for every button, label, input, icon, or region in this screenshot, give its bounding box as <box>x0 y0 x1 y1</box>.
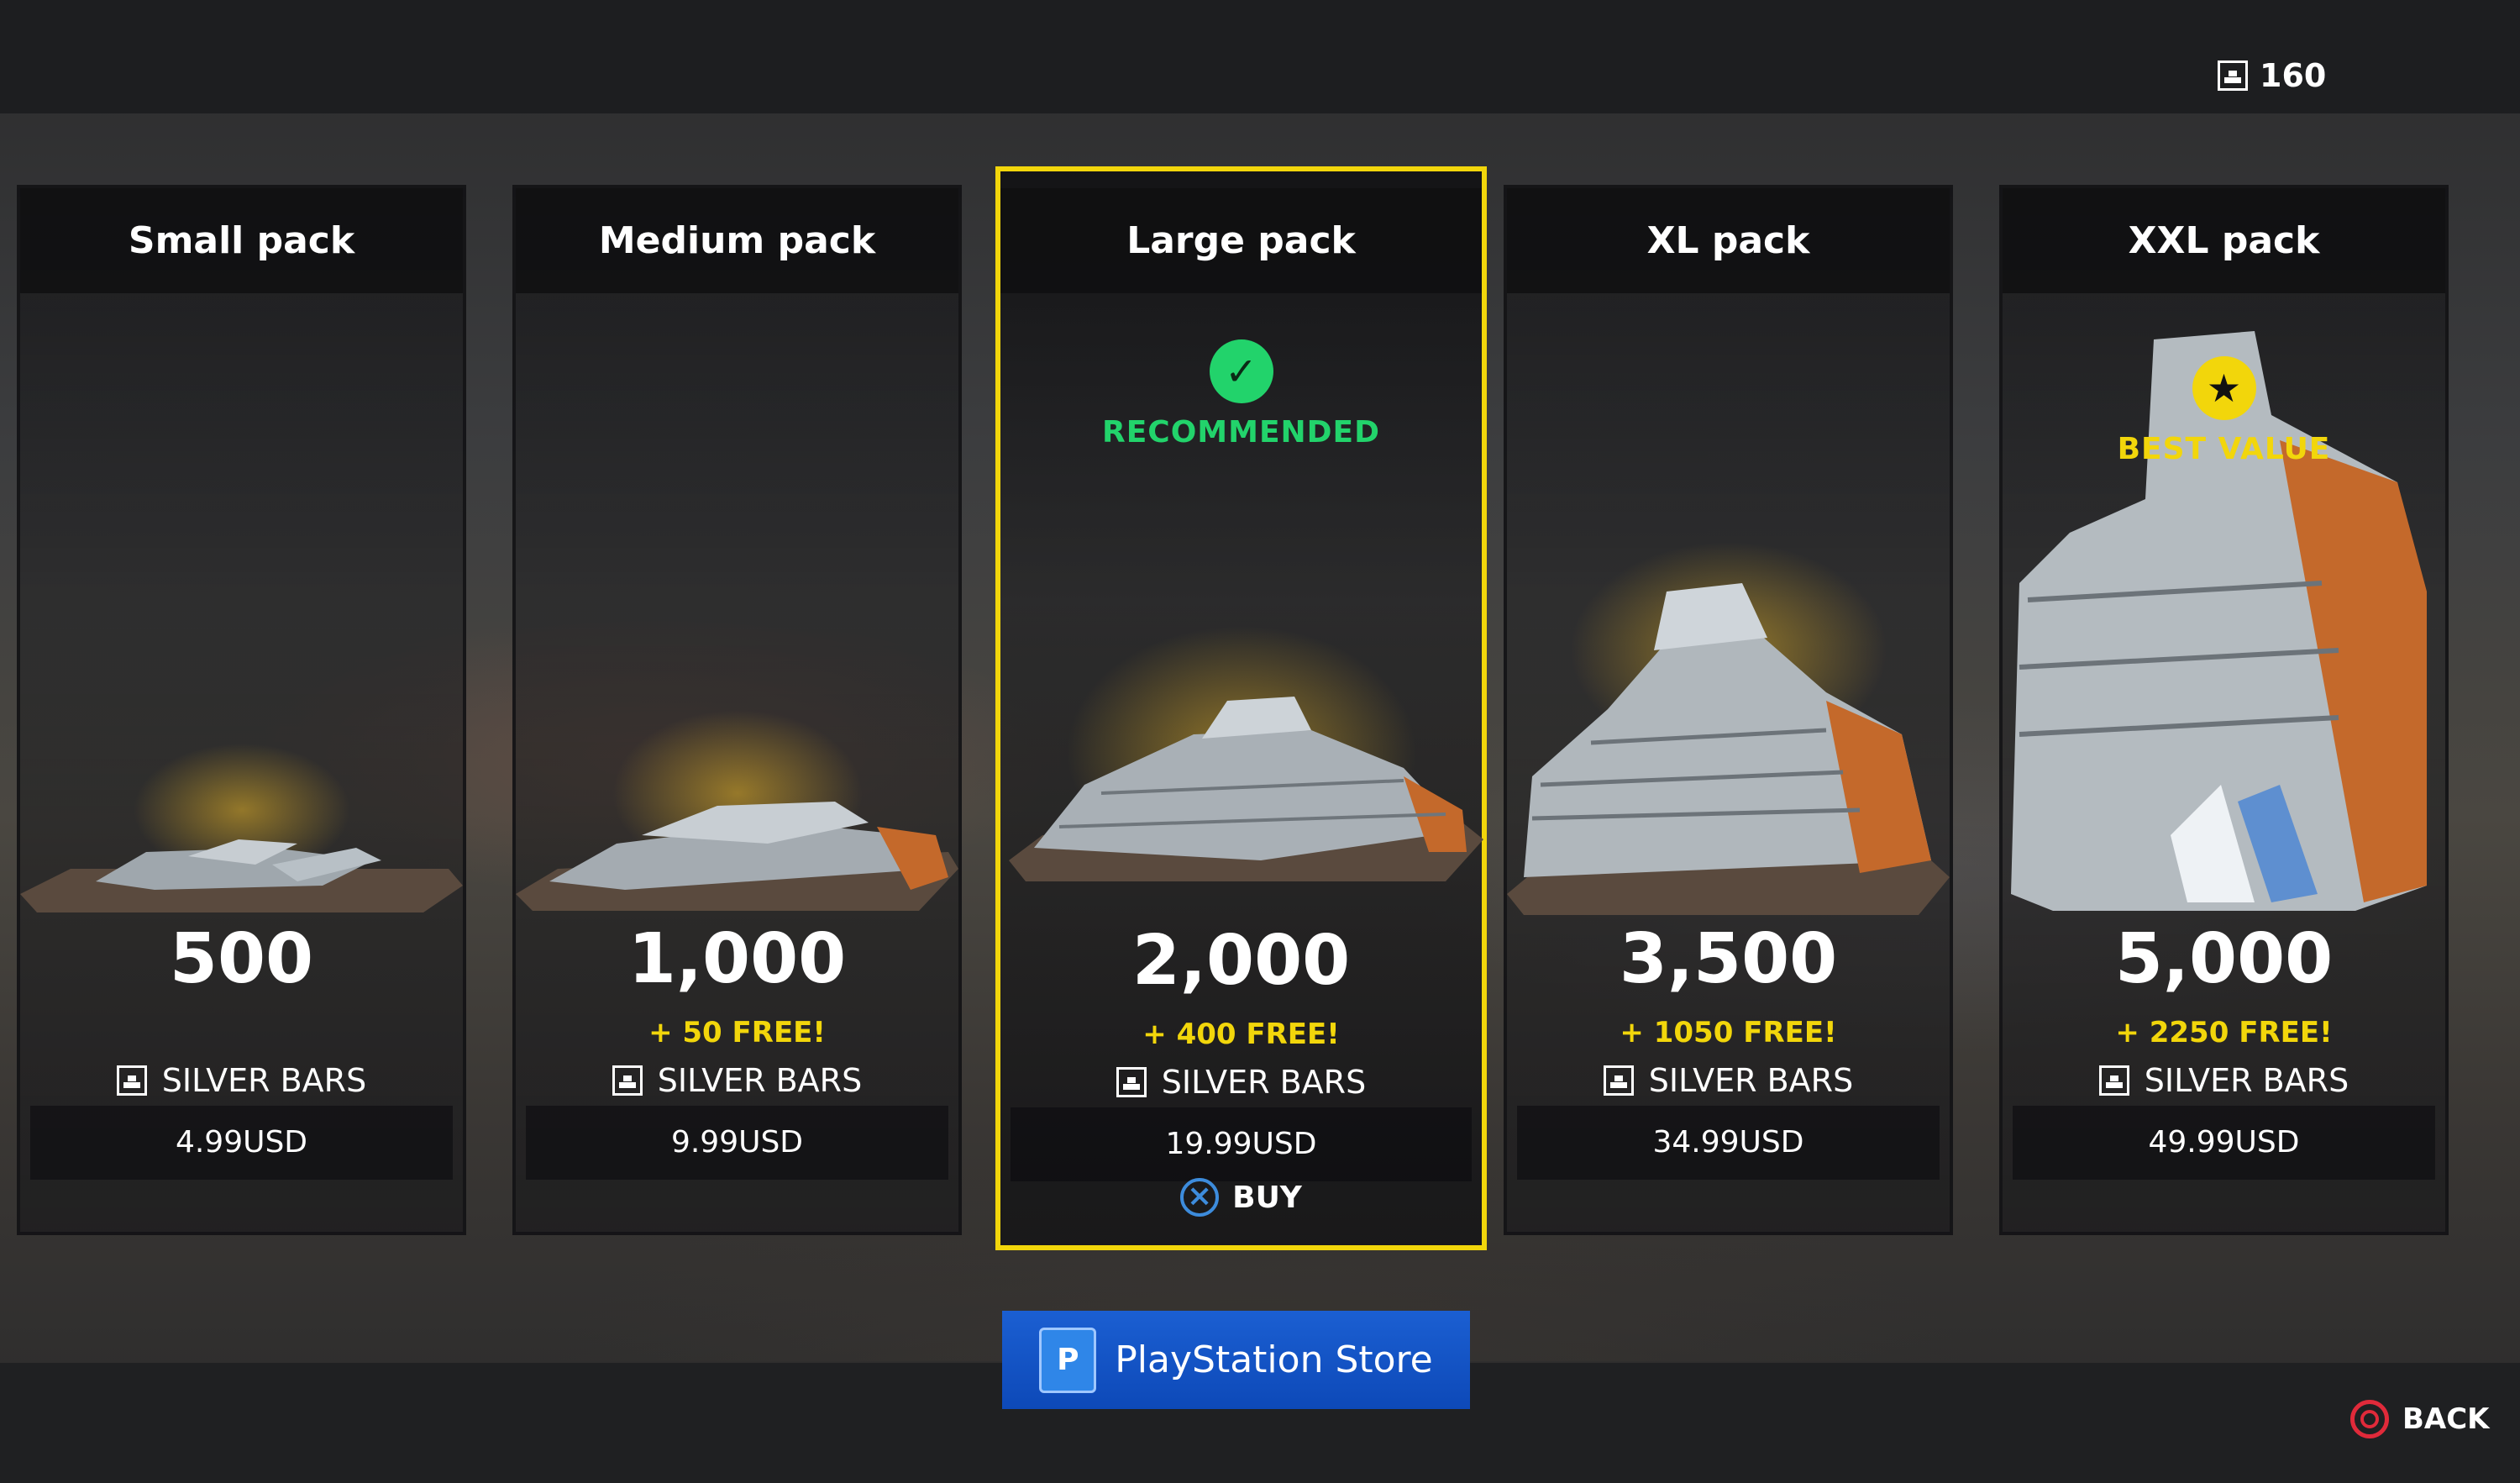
buy-label: BUY <box>1232 1180 1302 1215</box>
cross-button-icon: × <box>1180 1178 1220 1217</box>
pack-price: 49.99USD <box>2013 1106 2435 1180</box>
pack-amount: 2,000 <box>1131 921 1351 1001</box>
pack-title: Large pack <box>1000 188 1482 293</box>
star-icon: ★ <box>2192 356 2256 420</box>
pack-card-xxl[interactable]: XXL pack ★ BEST VALUE 5,000 + 2250 FREE!… <box>1999 185 2449 1235</box>
badge-label: BEST VALUE <box>2117 432 2331 466</box>
silver-bars-icon <box>1603 1065 1634 1096</box>
pack-bonus: + 400 FREE! <box>1142 1018 1340 1051</box>
pack-card-large[interactable]: Large pack ✓ RECOMMENDED 2,000 + 400 FRE… <box>995 166 1487 1250</box>
badge-label: RECOMMENDED <box>1101 415 1381 450</box>
pack-unit: SILVER BARS <box>516 1062 958 1099</box>
pack-amount: 500 <box>169 919 314 999</box>
circle-button-icon <box>2350 1400 2389 1438</box>
pack-bonus: + 2250 FREE! <box>2115 1016 2333 1049</box>
silver-bars-icon <box>2218 60 2248 91</box>
back-label: BACK <box>2402 1402 2490 1436</box>
pack-card-medium[interactable]: Medium pack 1,000 + 50 FREE! SILVER BARS… <box>512 185 962 1235</box>
pack-title: Medium pack <box>516 188 958 293</box>
recommended-badge: ✓ RECOMMENDED <box>1000 339 1482 450</box>
playstation-logo-icon: P <box>1039 1327 1097 1393</box>
pack-price: 9.99USD <box>526 1106 948 1180</box>
pack-unit-label: SILVER BARS <box>1161 1064 1367 1101</box>
store-label: PlayStation Store <box>1115 1338 1433 1381</box>
pack-bonus: + 50 FREE! <box>648 1016 826 1049</box>
pack-price: 4.99USD <box>30 1106 453 1180</box>
silver-bars-pile-image <box>1009 697 1483 881</box>
pack-amount: 1,000 <box>627 919 847 999</box>
currency-balance: 160 <box>2218 57 2326 94</box>
pack-amount: 3,500 <box>1619 919 1838 999</box>
pack-unit-label: SILVER BARS <box>1648 1062 1854 1099</box>
pack-bonus: + 1050 FREE! <box>1620 1016 1837 1049</box>
pack-card-xl[interactable]: XL pack 3,500 + 1050 FREE! SILVER BARS 3… <box>1504 185 1953 1235</box>
silver-bars-icon <box>2098 1065 2129 1096</box>
pack-title: XL pack <box>1507 188 1950 293</box>
pack-unit-label: SILVER BARS <box>657 1062 863 1099</box>
silver-bars-icon <box>116 1065 147 1096</box>
pack-card-small[interactable]: Small pack 500 SILVER BARS 4.99USD <box>17 185 466 1235</box>
pack-unit: SILVER BARS <box>1000 1064 1482 1101</box>
checkmark-icon: ✓ <box>1209 339 1273 403</box>
silver-bars-pile-image <box>1507 583 1950 915</box>
pack-title: Small pack <box>20 188 463 293</box>
silver-bars-pile-image <box>20 839 463 912</box>
buy-button[interactable]: × BUY <box>1000 1178 1482 1217</box>
top-bar <box>0 0 2520 113</box>
silver-bars-pile-image <box>516 802 958 911</box>
playstation-store-button[interactable]: P PlayStation Store <box>1002 1311 1470 1409</box>
back-button[interactable]: BACK <box>2350 1400 2490 1438</box>
pack-unit: SILVER BARS <box>2003 1062 2445 1099</box>
pack-list: Small pack 500 SILVER BARS 4.99USD Mediu… <box>17 166 2503 1250</box>
pack-price: 19.99USD <box>1011 1107 1472 1181</box>
pack-unit-label: SILVER BARS <box>161 1062 367 1099</box>
pack-title: XXL pack <box>2003 188 2445 293</box>
currency-amount: 160 <box>2260 57 2327 94</box>
pack-unit: SILVER BARS <box>20 1062 463 1099</box>
silver-bars-icon <box>1116 1067 1147 1097</box>
silver-bars-icon <box>612 1065 643 1096</box>
best-value-badge: ★ BEST VALUE <box>2003 356 2445 466</box>
pack-unit-label: SILVER BARS <box>2144 1062 2349 1099</box>
pack-amount: 5,000 <box>2114 919 2334 999</box>
pack-price: 34.99USD <box>1517 1106 1940 1180</box>
pack-unit: SILVER BARS <box>1507 1062 1950 1099</box>
